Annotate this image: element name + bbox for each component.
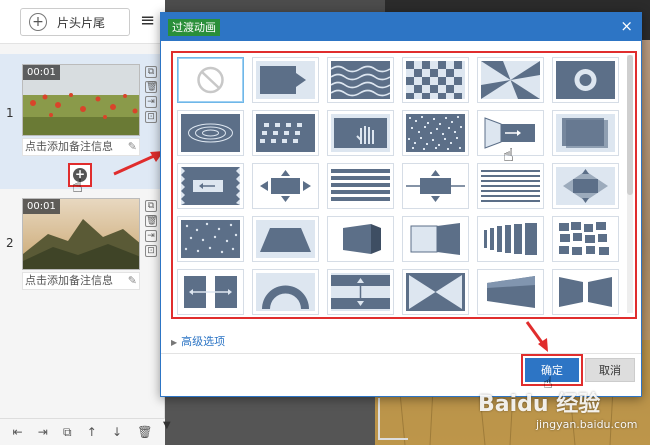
advanced-options-label: 高级选项 [181, 335, 226, 348]
clip-toolbar: + 片头片尾 ≡ [0, 0, 165, 44]
copy-icon[interactable]: ⧉ [63, 425, 72, 440]
clip-tools: ⧉ 🗑 ⇥ ⊡ [145, 200, 159, 257]
transition-diamond-expand[interactable] [552, 163, 619, 209]
clip-duration: 00:01 [23, 65, 60, 80]
crop-corner-mark [378, 398, 408, 440]
list-icon[interactable]: ≡ [140, 10, 162, 34]
crop-icon[interactable]: ⊡ [145, 111, 157, 123]
clip-thumbnail[interactable]: 00:01 [22, 198, 140, 270]
import-icon[interactable]: ⇤ [13, 425, 23, 439]
transition-circle[interactable] [552, 57, 619, 103]
edit-icon[interactable]: ✎ [128, 273, 137, 289]
baidu-watermark: Baidu 经验 [478, 392, 601, 417]
move-up-icon[interactable]: ↑ [87, 425, 97, 439]
clip-bottom-toolbar: ⇤ ⇥ ⧉ ↑ ↓ 🗑 [0, 418, 165, 445]
transition-dots[interactable] [252, 110, 319, 156]
transition-lines[interactable] [477, 163, 544, 209]
move-down-icon[interactable]: ↓ [112, 425, 122, 439]
transition-tiles-scatter[interactable] [552, 216, 619, 262]
delete-icon[interactable]: 🗑 [137, 425, 152, 439]
annotation-arrow-icon [113, 151, 164, 176]
transition-zigzag[interactable] [177, 163, 244, 209]
annotation-arrow-icon [525, 321, 548, 352]
export-icon[interactable]: ⇥ [145, 230, 157, 242]
transition-grid [177, 57, 631, 315]
transition-arc[interactable] [252, 269, 319, 315]
grid-scrollbar[interactable] [627, 55, 633, 313]
transition-split-horizontal[interactable] [177, 269, 244, 315]
copy-icon[interactable]: ⧉ [145, 66, 157, 78]
transition-cube[interactable] [327, 216, 394, 262]
transition-none[interactable] [177, 57, 244, 103]
delete-icon[interactable]: 🗑 [145, 81, 157, 93]
transition-page-flip[interactable] [402, 216, 469, 262]
clip-note-text: 点击添加备注信息 [25, 140, 113, 153]
transition-split-vertical[interactable] [327, 269, 394, 315]
head-tail-label: 片头片尾 [57, 15, 106, 30]
transition-fade[interactable] [552, 110, 619, 156]
cancel-button[interactable]: 取消 [585, 358, 635, 382]
transition-perspective[interactable] [477, 269, 544, 315]
transition-bowtie[interactable] [402, 269, 469, 315]
clip-number: 2 [6, 236, 14, 250]
clip-list-panel: + 片头片尾 ≡ 1 00:01 点击添加备注信息 ✎ ⧉ 🗑 ⇥ ⊡ + ☝ … [0, 0, 165, 445]
transition-expand-cross[interactable] [252, 163, 319, 209]
transition-wave[interactable] [327, 57, 394, 103]
clip-item[interactable]: 2 00:01 点击添加备注信息 ✎ ⧉ 🗑 ⇥ ⊡ [0, 190, 165, 295]
dialog-title: 过渡动画 [168, 19, 220, 36]
transition-expand-center[interactable] [402, 163, 469, 209]
transition-hand-swipe[interactable] [327, 110, 394, 156]
scrollbar-thumb[interactable] [627, 55, 633, 195]
transition-dissolve[interactable] [402, 110, 469, 156]
clip-number: 1 [6, 106, 14, 120]
watermark-url: jingyan.baidu.com [536, 418, 638, 431]
transition-accordion[interactable] [477, 216, 544, 262]
transition-gate[interactable] [552, 269, 619, 315]
close-icon[interactable]: × [620, 17, 633, 35]
transition-blinds-horizontal[interactable] [327, 163, 394, 209]
clip-thumbnail[interactable]: 00:01 [22, 64, 140, 136]
clip-tools: ⧉ 🗑 ⇥ ⊡ [145, 66, 159, 123]
transition-grid-box [171, 51, 637, 319]
delete-icon[interactable]: 🗑 [145, 215, 157, 227]
head-tail-button[interactable]: + 片头片尾 [20, 8, 130, 36]
export-icon[interactable]: ⇥ [145, 96, 157, 108]
scroll-down-icon[interactable]: ▼ [163, 420, 177, 440]
advanced-options-toggle[interactable]: ▶ 高级选项 [171, 333, 225, 349]
transition-pinwheel[interactable] [477, 57, 544, 103]
dialog-header: 过渡动画 × [161, 13, 641, 41]
transition-ripple[interactable] [177, 110, 244, 156]
export-icon[interactable]: ⇥ [38, 425, 48, 439]
triangle-right-icon: ▶ [171, 338, 178, 347]
transition-checker[interactable] [402, 57, 469, 103]
copy-icon[interactable]: ⧉ [145, 200, 157, 212]
transition-trapezoid[interactable] [252, 216, 319, 262]
clip-note-text: 点击添加备注信息 [25, 274, 113, 287]
clip-duration: 00:01 [23, 199, 60, 214]
clip-note-field[interactable]: 点击添加备注信息 ✎ [22, 272, 140, 290]
transition-push-right[interactable] [252, 57, 319, 103]
hand-cursor-icon: ☝ [503, 145, 514, 166]
crop-icon[interactable]: ⊡ [145, 245, 157, 257]
plus-icon: + [29, 13, 47, 31]
transition-dialog: 过渡动画 × ☝ ▶ 高级选项 确定 取消 ☝ [160, 12, 642, 397]
transition-sparkle[interactable] [177, 216, 244, 262]
